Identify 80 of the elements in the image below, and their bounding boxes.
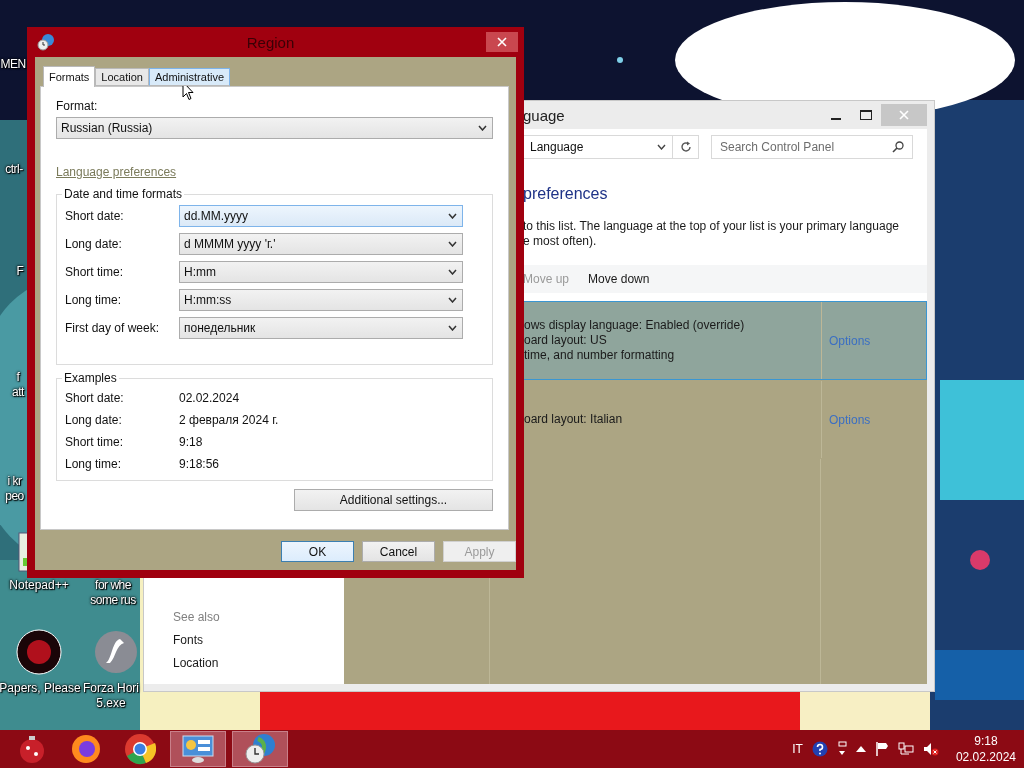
refresh-button[interactable] xyxy=(673,135,699,159)
field-label: Short date: xyxy=(65,390,125,405)
desktop-icon-label[interactable]: F xyxy=(16,264,24,279)
format-dropdown[interactable]: d MMMM yyyy 'г.' xyxy=(179,233,463,255)
language-details: oard layout: Italian xyxy=(524,412,624,427)
format-dropdown[interactable]: Russian (Russia) xyxy=(56,117,493,139)
format-dropdown[interactable]: понедельник xyxy=(179,317,463,339)
network-icon[interactable] xyxy=(897,742,914,756)
globe-clock-icon xyxy=(37,33,55,51)
taskbar-button[interactable] xyxy=(232,731,288,767)
field-label: Short time: xyxy=(65,265,125,279)
tab[interactable]: Formats xyxy=(43,66,96,87)
search-field[interactable]: Search Control Panel xyxy=(711,135,913,159)
group-title: Examples xyxy=(63,371,118,385)
dialog-button[interactable]: OK xyxy=(281,541,354,562)
muted-speaker-icon[interactable] xyxy=(922,742,939,756)
sidebar-link[interactable]: Fonts xyxy=(173,633,344,647)
window-title: Region xyxy=(245,33,296,51)
flag-icon[interactable] xyxy=(874,742,889,756)
help-icon[interactable] xyxy=(811,741,828,757)
desktop-icon-label[interactable]: Forza Hori 5.exe xyxy=(83,681,139,711)
desktop-icon-label[interactable]: Papers, Please xyxy=(0,681,81,696)
window-title: guage xyxy=(523,106,566,124)
chevron-icon xyxy=(448,297,457,303)
example-value: 9:18 xyxy=(179,434,204,449)
close-icon xyxy=(899,110,909,120)
format-dropdown[interactable]: H:mm xyxy=(179,261,463,283)
chevron-icon xyxy=(448,325,457,331)
dialog-button[interactable]: Cancel xyxy=(362,541,435,562)
tab[interactable]: Administrative xyxy=(148,68,230,86)
taskbar-button[interactable] xyxy=(170,731,226,767)
see-also-heading: See also xyxy=(173,610,221,624)
desktop-icon-label[interactable]: MEN xyxy=(0,57,26,72)
chevron-icon xyxy=(448,213,457,219)
field-label: Short date: xyxy=(65,209,125,223)
chevron-icon xyxy=(478,125,487,131)
maximize-icon xyxy=(860,110,872,120)
search-icon xyxy=(892,141,904,153)
windows-icon[interactable] xyxy=(836,741,847,757)
tab[interactable]: Location xyxy=(95,68,149,86)
address-field[interactable]: Language xyxy=(523,135,673,159)
section-heading: preferences xyxy=(523,185,609,203)
badge-icon[interactable] xyxy=(16,629,62,675)
group-title: Date and time formats xyxy=(63,187,184,201)
caret-icon[interactable] xyxy=(855,746,866,752)
browser-icon[interactable] xyxy=(124,733,156,765)
close-icon xyxy=(497,37,507,47)
clock[interactable]: 9:18 02.02.2024 xyxy=(955,733,1016,765)
example-value: 02.02.2024 xyxy=(179,390,241,405)
desktop-icon-label[interactable]: for whe some rus xyxy=(90,578,136,608)
field-label: Long time: xyxy=(65,456,123,471)
ornament-icon[interactable] xyxy=(18,734,46,764)
chevron-icon xyxy=(448,269,457,275)
field-label: Long date: xyxy=(65,412,123,427)
toolbar-button[interactable]: Move down xyxy=(588,272,650,286)
description-text: to this list. The language at the top of your list is your primary language e most often). xyxy=(523,219,900,249)
field-label: First day of week: xyxy=(65,321,161,335)
example-value: 9:18:56 xyxy=(179,456,221,471)
desktop-icon-label[interactable]: Notepad++ xyxy=(9,578,69,593)
control-panel-icon[interactable] xyxy=(182,735,214,763)
chevron-icon xyxy=(657,144,666,150)
format-dropdown[interactable]: dd.MM.yyyy xyxy=(179,205,463,227)
format-dropdown[interactable]: H:mm:ss xyxy=(179,289,463,311)
field-label: Long date: xyxy=(65,237,123,251)
additional-settings-button[interactable]: Additional settings... xyxy=(294,489,493,511)
chevron-icon xyxy=(448,241,457,247)
language-details: ows display language: Enabled (override) oard layout: US time, and number formatting xyxy=(524,318,746,363)
refresh-icon xyxy=(679,141,692,153)
field-label: Long time: xyxy=(65,293,123,307)
globe-clock-icon[interactable] xyxy=(244,733,276,765)
desktop-icon-label[interactable]: ctrl- xyxy=(5,162,23,177)
browser-icon[interactable] xyxy=(71,734,101,764)
disc-icon[interactable] xyxy=(94,629,138,675)
sidebar-link[interactable]: Location xyxy=(173,656,344,670)
language-preferences-link[interactable]: Language preferences xyxy=(56,165,177,179)
keyboard-language[interactable]: IT xyxy=(792,742,803,756)
example-value: 2 февраля 2024 г. xyxy=(179,412,280,427)
field-label: Format: xyxy=(56,99,99,113)
close-button[interactable] xyxy=(486,32,518,52)
field-label: Short time: xyxy=(65,434,125,449)
